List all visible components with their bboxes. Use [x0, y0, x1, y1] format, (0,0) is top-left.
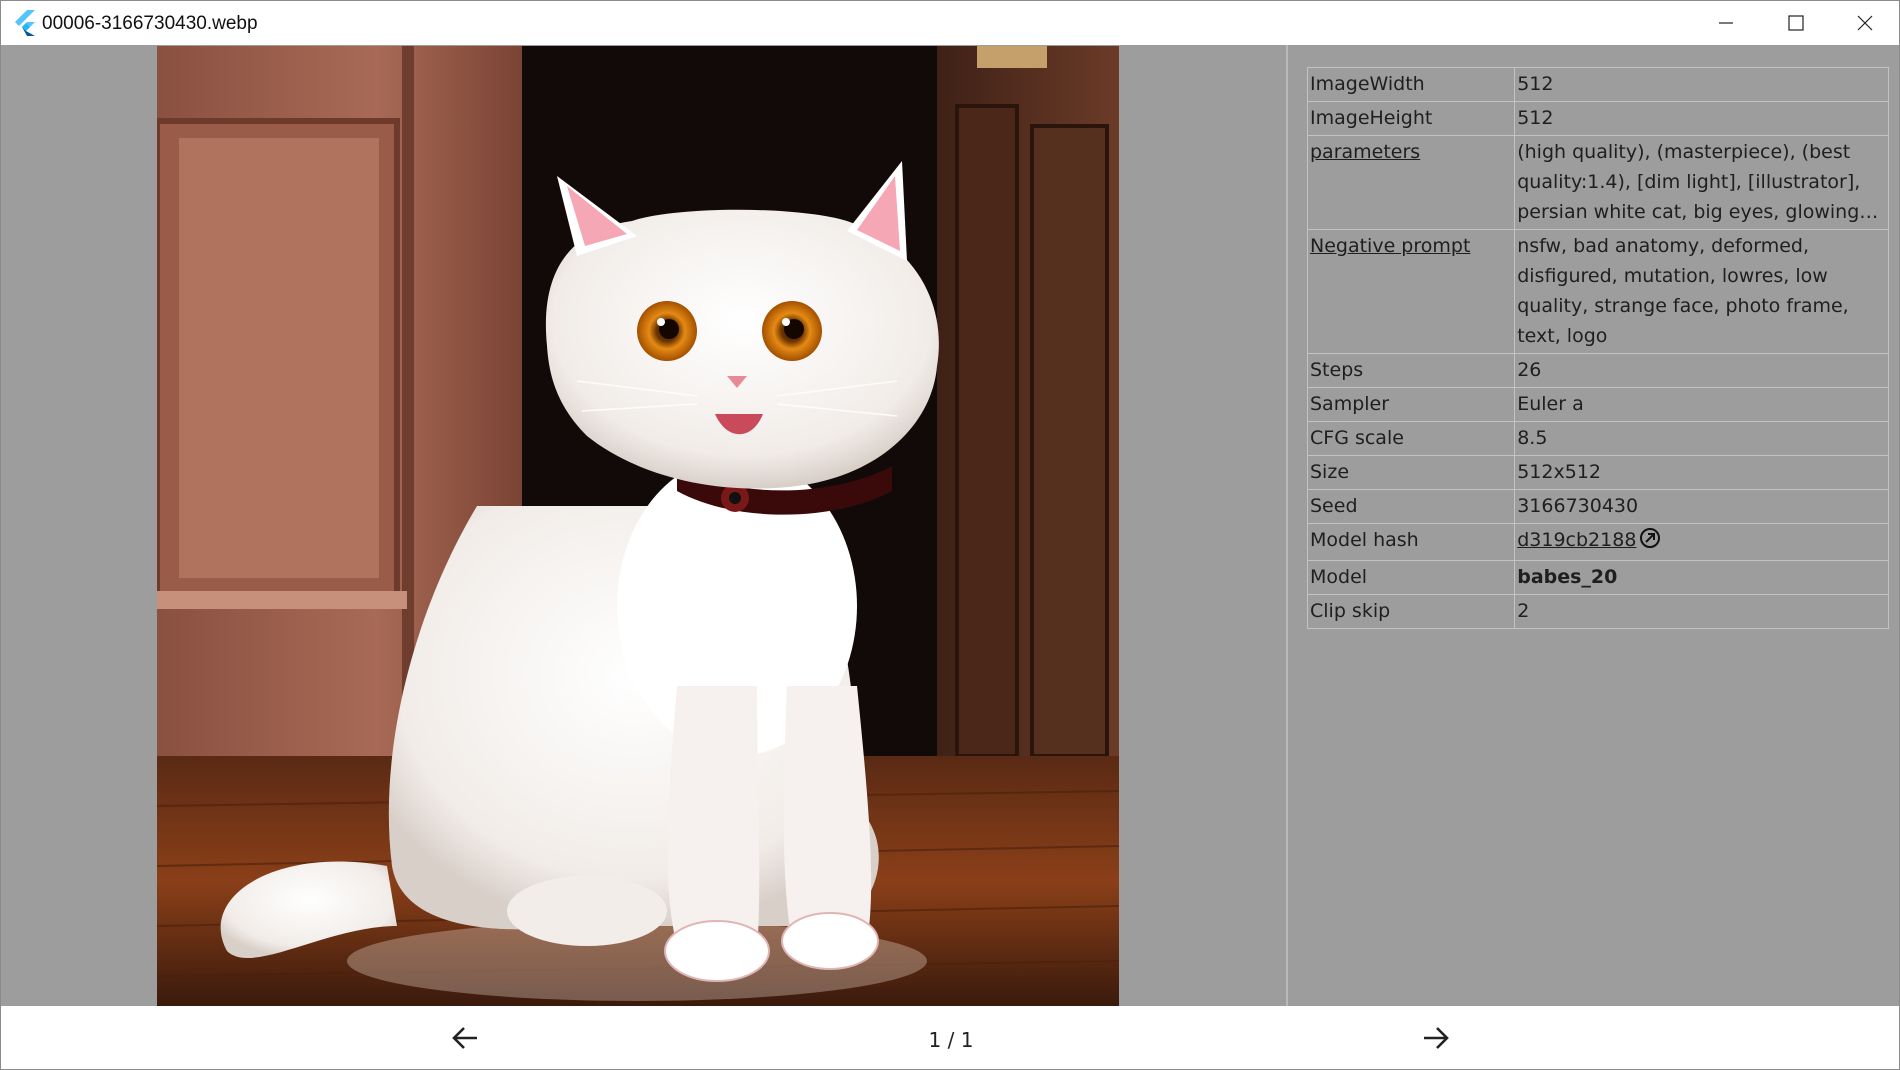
row-key: Steps: [1306, 353, 1516, 388]
row-key: Negative prompt: [1306, 229, 1516, 354]
app-window: 00006-3166730430.webp ImageWidth 512 Ima…: [0, 0, 1900, 1070]
parameters-value: (high quality), (masterpiece), (best qua…: [1517, 141, 1879, 223]
flutter-logo-icon: [13, 10, 37, 36]
table-row: Negative prompt nsfw, bad anatomy, defor…: [1306, 229, 1889, 354]
table-row: Steps 26: [1306, 353, 1889, 388]
row-key: Seed: [1306, 489, 1516, 524]
row-key: Sampler: [1306, 387, 1516, 422]
row-value: 512x512: [1514, 455, 1889, 490]
row-value: 512: [1514, 67, 1889, 102]
parameters-link[interactable]: parameters: [1310, 141, 1420, 163]
table-row: CFG scale 8.5: [1306, 421, 1889, 456]
row-key: CFG scale: [1306, 421, 1516, 456]
panel-divider[interactable]: [1286, 45, 1288, 1006]
row-value: 512: [1514, 101, 1889, 136]
row-value: nsfw, bad anatomy, deformed, disfigured,…: [1514, 229, 1889, 354]
row-value: Euler a: [1514, 387, 1889, 422]
row-key: Clip skip: [1306, 594, 1516, 629]
external-link-icon[interactable]: [1639, 527, 1661, 558]
maximize-icon: [1788, 15, 1804, 31]
model-hash-link[interactable]: d319cb2188: [1517, 529, 1636, 551]
arrow-left-icon: [452, 1027, 477, 1049]
next-button[interactable]: [1414, 1016, 1458, 1060]
table-row: Clip skip 2: [1306, 594, 1889, 629]
cat-photo: [157, 46, 1119, 1006]
table-row: Size 512x512: [1306, 455, 1889, 490]
row-key: Size: [1306, 455, 1516, 490]
title-bar[interactable]: 00006-3166730430.webp: [1, 1, 1899, 45]
viewer-area: ImageWidth 512 ImageHeight 512 parameter…: [1, 45, 1899, 1006]
table-row: parameters (high quality), (masterpiece)…: [1306, 135, 1889, 230]
close-icon: [1857, 15, 1873, 31]
row-key: ImageWidth: [1306, 67, 1516, 102]
table-row: Sampler Euler a: [1306, 387, 1889, 422]
metadata-panel: ImageWidth 512 ImageHeight 512 parameter…: [1306, 67, 1889, 629]
row-value: 26: [1514, 353, 1889, 388]
table-row: Model hash d319cb2188: [1306, 523, 1889, 561]
arrow-right-icon: [1424, 1027, 1449, 1049]
row-value: (high quality), (masterpiece), (best qua…: [1514, 135, 1889, 230]
minimize-icon: [1719, 22, 1733, 24]
row-key: parameters: [1306, 135, 1516, 230]
row-key: Model: [1306, 560, 1516, 595]
row-value: 2: [1514, 594, 1889, 629]
row-value: 8.5: [1514, 421, 1889, 456]
metadata-table: ImageWidth 512 ImageHeight 512 parameter…: [1306, 67, 1889, 629]
row-key: Model hash: [1306, 523, 1516, 561]
table-row: Seed 3166730430: [1306, 489, 1889, 524]
image-preview[interactable]: [157, 46, 1119, 1006]
bottom-navigation: 1 / 1: [1, 1006, 1899, 1069]
minimize-button[interactable]: [1691, 1, 1761, 45]
table-row: Model babes_20: [1306, 560, 1889, 595]
row-value: d319cb2188: [1514, 523, 1889, 561]
negative-prompt-link[interactable]: Negative prompt: [1310, 235, 1470, 257]
window-title: 00006-3166730430.webp: [42, 13, 258, 34]
page-indicator: 1 / 1: [928, 1028, 974, 1052]
row-value: babes_20: [1514, 560, 1889, 595]
table-row: ImageWidth 512: [1306, 67, 1889, 102]
row-value: 3166730430: [1514, 489, 1889, 524]
row-key: ImageHeight: [1306, 101, 1516, 136]
previous-button[interactable]: [443, 1016, 487, 1060]
close-button[interactable]: [1830, 1, 1900, 45]
table-row: ImageHeight 512: [1306, 101, 1889, 136]
maximize-button[interactable]: [1761, 1, 1831, 45]
